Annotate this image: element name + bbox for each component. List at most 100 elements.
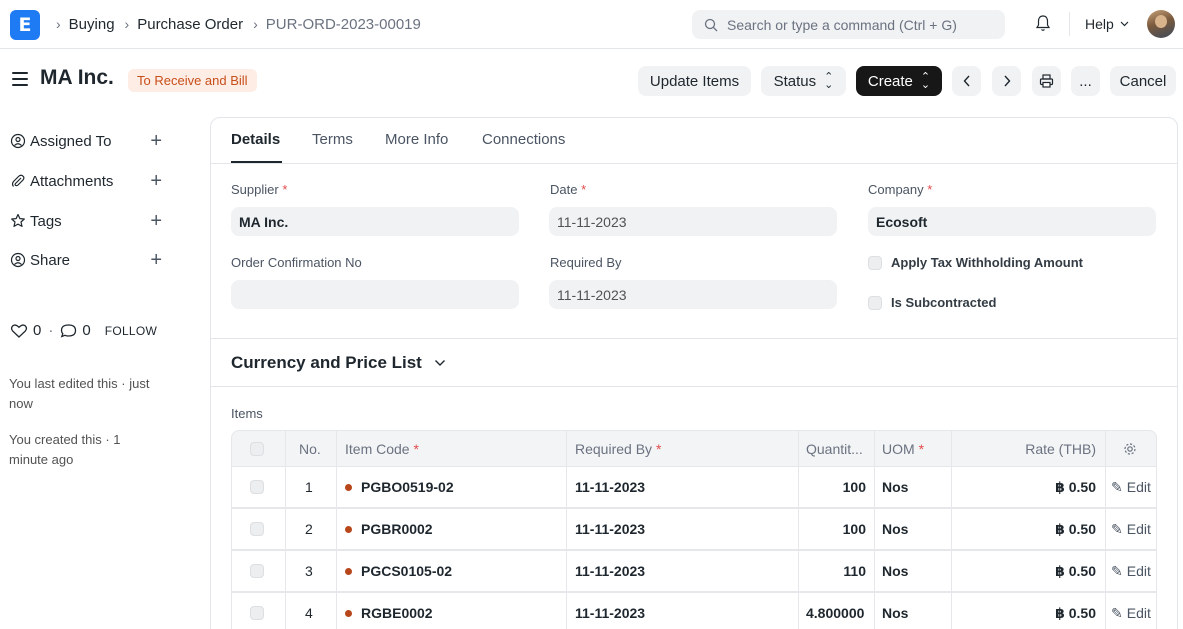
search-placeholder: Search or type a command (Ctrl + G) — [727, 16, 957, 33]
row-no: 3 — [305, 563, 313, 579]
row-uom[interactable]: Nos — [882, 467, 908, 507]
status-button[interactable]: Status ⌃ ⌄ — [761, 66, 846, 96]
supplier-field[interactable]: MA Inc. — [231, 207, 519, 236]
user-assign-icon — [10, 133, 26, 149]
table-row[interactable]: 4 RGBE0002 11-11-2023 4.800000 Nos ฿ 0.5… — [231, 592, 1157, 629]
required-by-field[interactable]: 11-11-2023 — [549, 280, 837, 309]
chevron-down-icon — [1120, 21, 1129, 27]
update-items-button[interactable]: Update Items — [638, 66, 751, 96]
company-label: Company * — [868, 182, 933, 197]
previous-doc-button[interactable] — [952, 66, 981, 96]
row-rate[interactable]: ฿ 0.50 — [951, 593, 1096, 629]
tab-details[interactable]: Details — [231, 131, 280, 148]
breadcrumb-buying[interactable]: Buying — [69, 16, 115, 33]
is-subcontracted-checkbox[interactable]: Is Subcontracted — [868, 295, 996, 310]
row-checkbox[interactable] — [250, 467, 264, 507]
table-row[interactable]: 1 PGBO0519-02 11-11-2023 100 Nos ฿ 0.50 … — [231, 466, 1157, 508]
row-item-code[interactable]: PGBO0519-02 — [345, 467, 454, 507]
tab-terms[interactable]: Terms — [312, 131, 353, 148]
add-attachment-icon[interactable]: + — [150, 171, 162, 191]
company-field[interactable]: Ecosoft — [868, 207, 1156, 236]
row-edit-button[interactable]: ✎ Edit — [1111, 509, 1151, 549]
row-edit-button[interactable]: ✎ Edit — [1111, 551, 1151, 591]
heart-icon[interactable] — [10, 323, 28, 339]
sidebar-item-label: Share — [30, 251, 71, 269]
checkbox[interactable] — [868, 295, 882, 310]
next-doc-button[interactable] — [992, 66, 1021, 96]
breadcrumb-current-doc[interactable]: PUR-ORD-2023-00019 — [266, 16, 421, 33]
table-row[interactable]: 3 PGCS0105-02 11-11-2023 110 Nos ฿ 0.50 … — [231, 550, 1157, 592]
row-uom[interactable]: Nos — [882, 593, 908, 629]
sidebar-tags[interactable]: Tags + — [10, 210, 162, 232]
tab-more-info[interactable]: More Info — [385, 131, 448, 148]
gear-icon[interactable] — [1123, 431, 1137, 466]
sidebar-attachments[interactable]: Attachments + — [10, 170, 162, 192]
row-required-by[interactable]: 11-11-2023 — [575, 467, 645, 507]
navbar: E › Buying › Purchase Order › PUR-ORD-20… — [0, 0, 1183, 49]
select-all-checkbox[interactable] — [250, 431, 264, 466]
row-rate[interactable]: ฿ 0.50 — [951, 551, 1096, 591]
sidebar-assigned-to[interactable]: Assigned To + — [10, 130, 162, 152]
chevron-right-icon: › — [56, 16, 61, 32]
create-button[interactable]: Create ⌃ ⌄ — [856, 66, 942, 96]
supplier-label: Supplier * — [231, 182, 288, 197]
hamburger-menu-icon[interactable] — [12, 72, 28, 90]
sidebar-share[interactable]: Share + — [10, 249, 162, 271]
comment-icon[interactable] — [60, 323, 77, 339]
search-input[interactable]: Search or type a command (Ctrl + G) — [692, 10, 1005, 39]
row-quantity[interactable]: 110 — [798, 551, 866, 591]
add-tag-icon[interactable]: + — [150, 211, 162, 231]
row-no: 2 — [305, 521, 313, 537]
row-quantity[interactable]: 100 — [798, 467, 866, 507]
row-required-by[interactable]: 11-11-2023 — [575, 551, 645, 591]
col-no: No. — [299, 440, 321, 457]
bell-icon[interactable] — [1035, 14, 1051, 32]
row-item-code[interactable]: RGBE0002 — [345, 593, 433, 629]
row-rate[interactable]: ฿ 0.50 — [951, 509, 1096, 549]
row-edit-button[interactable]: ✎ Edit — [1111, 593, 1151, 629]
navbar-divider — [1069, 12, 1070, 36]
follow-button[interactable]: FOLLOW — [105, 324, 157, 338]
row-edit-button[interactable]: ✎ Edit — [1111, 467, 1151, 507]
row-quantity[interactable]: 100 — [798, 509, 866, 549]
pencil-icon: ✎ — [1111, 604, 1123, 621]
print-button[interactable] — [1032, 66, 1061, 96]
section-title: Currency and Price List — [231, 353, 422, 372]
currency-section-header[interactable]: Currency and Price List — [231, 353, 446, 373]
date-label: Date * — [550, 182, 587, 197]
help-dropdown[interactable]: Help — [1085, 16, 1129, 32]
row-rate[interactable]: ฿ 0.50 — [951, 467, 1096, 507]
table-row[interactable]: 2 PGBR0002 11-11-2023 100 Nos ฿ 0.50 ✎ Ed… — [231, 508, 1157, 550]
chevron-left-icon — [963, 75, 970, 87]
app-logo[interactable]: E — [10, 10, 40, 40]
avatar[interactable] — [1147, 10, 1175, 38]
more-actions-button[interactable]: ... — [1071, 66, 1100, 96]
created-note: You created this · 1 minute ago — [9, 432, 121, 467]
row-item-code[interactable]: PGBR0002 — [345, 509, 433, 549]
breadcrumb-purchase-order[interactable]: Purchase Order — [137, 16, 243, 33]
order-confirmation-field[interactable] — [231, 280, 519, 309]
row-checkbox[interactable] — [250, 593, 264, 629]
sidebar-item-label: Assigned To — [30, 132, 112, 150]
row-checkbox[interactable] — [250, 551, 264, 591]
row-checkbox[interactable] — [250, 509, 264, 549]
row-required-by[interactable]: 11-11-2023 — [575, 509, 645, 549]
apply-tax-withholding-checkbox[interactable]: Apply Tax Withholding Amount — [868, 255, 1083, 270]
row-uom[interactable]: Nos — [882, 509, 908, 549]
row-quantity[interactable]: 4.800000 — [806, 593, 872, 629]
status-label: Status — [773, 72, 817, 90]
likes-comments: 0 · 0 FOLLOW — [10, 322, 157, 339]
date-field[interactable]: 11-11-2023 — [549, 207, 837, 236]
row-required-by[interactable]: 11-11-2023 — [575, 593, 645, 629]
create-label: Create — [867, 72, 913, 90]
active-tab-indicator — [231, 161, 282, 163]
add-share-icon[interactable]: + — [150, 250, 162, 270]
add-assignee-icon[interactable]: + — [150, 131, 162, 151]
checkbox[interactable] — [868, 255, 882, 270]
row-item-code[interactable]: PGCS0105-02 — [345, 551, 452, 591]
tab-connections[interactable]: Connections — [482, 131, 565, 148]
cancel-button[interactable]: Cancel — [1110, 66, 1176, 96]
section-divider — [211, 338, 1177, 339]
required-by-label: Required By — [550, 255, 622, 270]
row-uom[interactable]: Nos — [882, 551, 908, 591]
